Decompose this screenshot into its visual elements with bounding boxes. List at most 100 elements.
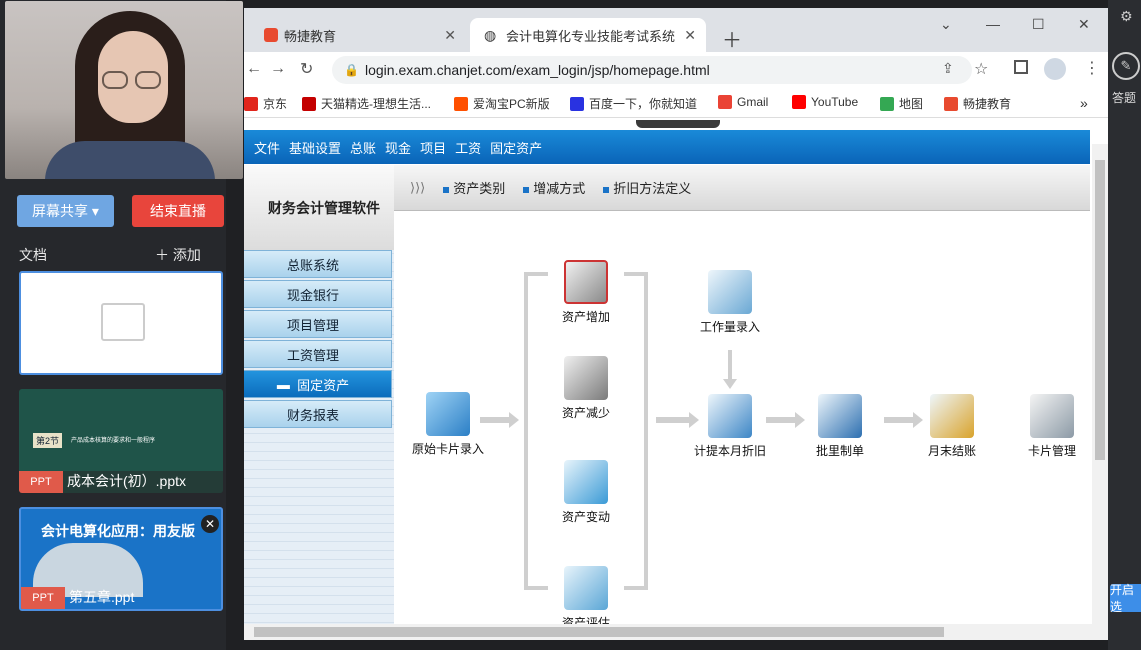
- menu-file[interactable]: 文件: [254, 138, 280, 157]
- reload-icon[interactable]: ↻: [300, 59, 313, 79]
- vertical-scrollbar[interactable]: [1092, 144, 1108, 640]
- new-tab-icon[interactable]: ＋: [722, 24, 742, 53]
- subnav-change-method[interactable]: 增减方式: [523, 178, 585, 197]
- node-card-entry[interactable]: 原始卡片录入: [408, 392, 488, 457]
- doc-card-chapter5[interactable]: 会计电算化应用：用友版 ✕ PPT 第五章.ppt: [19, 507, 223, 611]
- changjie-icon: [944, 96, 958, 111]
- bookmark-youtube[interactable]: YouTube: [792, 95, 858, 109]
- sidenav-financial-reports[interactable]: 财务报表: [244, 400, 392, 428]
- pen-icon[interactable]: ✎: [1112, 52, 1140, 80]
- add-doc-button[interactable]: ＋ 添加: [155, 245, 201, 265]
- maximize-icon[interactable]: ☐: [1032, 16, 1045, 33]
- doc-name: 第五章.ppt: [69, 589, 135, 605]
- app-logo: 财务会计管理软件: [244, 165, 394, 250]
- node-asset-change[interactable]: 资产变动: [546, 460, 626, 525]
- node-card-mgmt[interactable]: 卡片管理: [1012, 394, 1092, 459]
- menu-general-ledger[interactable]: 总账: [350, 138, 376, 157]
- star-icon[interactable]: ☆: [974, 59, 988, 79]
- calendar-31-icon: [930, 394, 974, 438]
- node-batch-voucher[interactable]: 批里制单: [800, 394, 880, 459]
- bookmark-aitaobao[interactable]: 爱淘宝PC新版: [454, 95, 550, 112]
- fixed-asset-flow: 原始卡片录入 资产增加 资产减少 资产变动 资产评估 工作量录入 计提本月折旧 …: [394, 212, 1090, 640]
- ppt-tag: PPT: [19, 471, 63, 493]
- doc-name: 成本会计(初）.pptx: [67, 473, 187, 489]
- node-asset-reduce[interactable]: 资产减少: [546, 356, 626, 421]
- horizontal-scrollbar[interactable]: [244, 624, 1092, 640]
- close-icon[interactable]: ✕: [684, 27, 696, 44]
- sidenav-payroll[interactable]: 工资管理: [244, 340, 392, 368]
- sidenav-general-ledger[interactable]: 总账系统: [244, 250, 392, 278]
- tab-search-icon[interactable]: ⌄: [940, 16, 952, 33]
- back-icon[interactable]: ←: [246, 60, 262, 78]
- subnav-asset-category[interactable]: 资产类别: [443, 178, 505, 197]
- tab-changjie[interactable]: 畅捷教育 ✕: [244, 18, 466, 52]
- gmail-icon: [718, 95, 732, 109]
- menu-project[interactable]: 项目: [420, 138, 446, 157]
- bookmark-gmail[interactable]: Gmail: [718, 95, 768, 109]
- slide-title: 会计电算化应用：用友版: [41, 523, 195, 539]
- lock-icon: 🔒: [344, 63, 359, 77]
- menu-basic-settings[interactable]: 基础设置: [289, 138, 341, 157]
- sidenav-cash-bank[interactable]: 现金银行: [244, 280, 392, 308]
- close-icon[interactable]: ✕: [201, 515, 219, 533]
- calendar-icon: [708, 394, 752, 438]
- gear-icon[interactable]: ⚙: [1120, 8, 1133, 25]
- bookmark-baidu[interactable]: 百度一下，你就知道: [570, 95, 697, 112]
- sidenav-project[interactable]: 项目管理: [244, 310, 392, 338]
- arrow: [656, 412, 699, 428]
- docs-label: 文档: [19, 247, 47, 263]
- url-input[interactable]: 🔒 login.exam.chanjet.com/exam_login/jsp/…: [332, 56, 972, 84]
- minimize-icon[interactable]: —: [986, 16, 1000, 32]
- node-asset-eval[interactable]: 资产评估: [546, 566, 626, 631]
- end-live-button[interactable]: 结束直播: [132, 195, 224, 227]
- webcam-video: [5, 1, 243, 179]
- bookmark-tmall[interactable]: 天猫精选-理想生活...: [302, 95, 431, 112]
- node-depreciation[interactable]: 计提本月折旧: [690, 394, 770, 459]
- menu-payroll[interactable]: 工资: [455, 138, 481, 157]
- menu-icon[interactable]: ⋮: [1084, 58, 1100, 78]
- bookmark-changjie[interactable]: 畅捷教育: [944, 95, 1011, 112]
- start-answer-button[interactable]: 开启选: [1110, 583, 1141, 614]
- forward-icon[interactable]: →: [270, 60, 286, 78]
- maps-icon: [880, 96, 894, 111]
- share-icon[interactable]: ⇪: [942, 60, 954, 77]
- subnav: ⟩⟩⟩ 资产类别 增减方式 折旧方法定义: [394, 165, 1090, 211]
- node-workload-entry[interactable]: 工作量录入: [690, 270, 770, 335]
- doc-card-blank[interactable]: [19, 271, 223, 375]
- document-icon: [101, 303, 145, 341]
- subnav-depreciation-method[interactable]: 折旧方法定义: [603, 178, 691, 197]
- side-nav: 总账系统 现金银行 项目管理 工资管理 ▬ 固定资产 财务报表: [244, 250, 394, 640]
- close-icon[interactable]: ✕: [444, 27, 456, 44]
- profile-icon[interactable]: [1044, 58, 1066, 80]
- tab-bar: 畅捷教育 ✕ ◍ 会计电算化专业技能考试系统 ✕ ＋ ⌄ — ☐ ✕: [244, 8, 1108, 52]
- globe-icon: ◍: [484, 26, 497, 43]
- ppt-tag: PPT: [21, 587, 65, 609]
- node-month-end[interactable]: 月末结账: [912, 394, 992, 459]
- screen-share-button[interactable]: 屏幕共享 ▾: [17, 195, 114, 227]
- card-file-icon: [1030, 394, 1074, 438]
- card-icon: [426, 392, 470, 436]
- bracket-right: [624, 272, 648, 590]
- jd-icon: [244, 96, 258, 111]
- more-bookmarks-icon[interactable]: »: [1080, 95, 1088, 111]
- doc-stack-icon: [708, 270, 752, 314]
- bookmarks-bar: 京东 天猫精选-理想生活... 爱淘宝PC新版 百度一下，你就知道 Gmail …: [244, 88, 1108, 118]
- collapse-handle[interactable]: [636, 120, 720, 128]
- bookmark-jd[interactable]: 京东: [244, 95, 287, 112]
- close-window-icon[interactable]: ✕: [1078, 16, 1090, 33]
- arrow-down: [723, 350, 737, 389]
- menu-cash[interactable]: 现金: [385, 138, 411, 157]
- node-asset-add[interactable]: 资产增加: [546, 260, 626, 325]
- side-panel-icon[interactable]: [1014, 60, 1028, 74]
- tab-exam-system[interactable]: ◍ 会计电算化专业技能考试系统 ✕: [470, 18, 706, 52]
- answer-label: 答题: [1112, 91, 1137, 105]
- sidenav-fixed-assets[interactable]: ▬ 固定资产: [244, 370, 392, 398]
- doc-card-cost-accounting[interactable]: 第2节 产品成本核算的要求和一般程序 PPT 成本会计(初）.pptx: [19, 389, 223, 493]
- safe-change-icon: [564, 460, 608, 504]
- baidu-icon: [570, 96, 584, 111]
- clipboard-icon: [564, 566, 608, 610]
- voucher-icon: [818, 394, 862, 438]
- menu-fixed-assets[interactable]: 固定资产: [490, 138, 542, 157]
- bookmark-maps[interactable]: 地图: [880, 95, 923, 112]
- tmall-icon: [302, 96, 316, 111]
